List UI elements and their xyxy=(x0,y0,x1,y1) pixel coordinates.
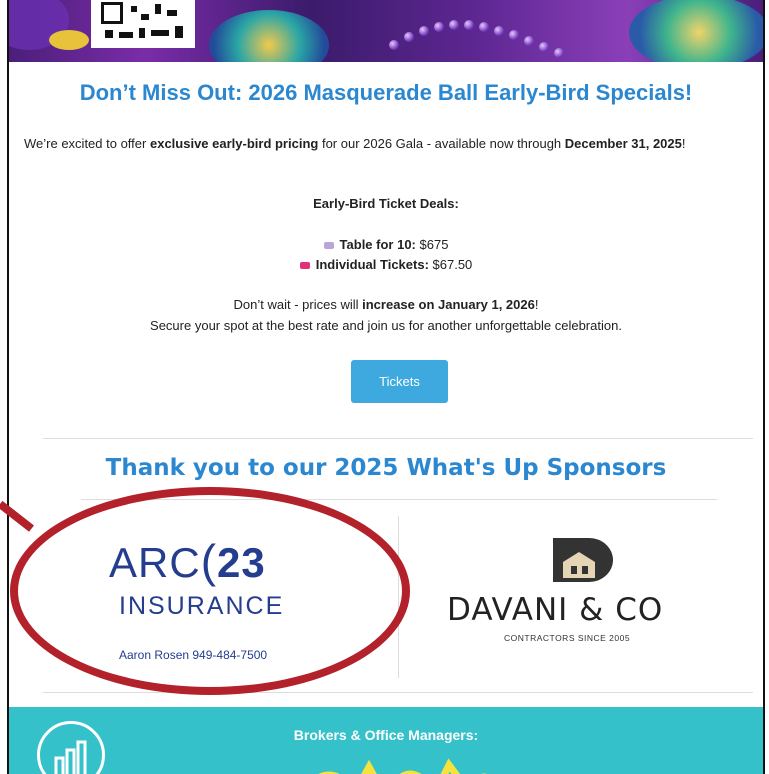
divider xyxy=(43,692,753,693)
bead-icon xyxy=(524,36,534,46)
qr-code-icon xyxy=(91,0,195,48)
deal-table: Table for 10: $675 xyxy=(9,237,763,252)
bead-icon xyxy=(494,26,504,36)
bead-icon xyxy=(554,48,564,58)
bead-icon xyxy=(449,20,459,30)
davani-logo[interactable]: DAVANI & CO xyxy=(447,592,663,628)
bead-icon xyxy=(539,42,549,52)
right-feather-decoration xyxy=(629,0,763,62)
bead-icon xyxy=(479,22,489,32)
red-highlight-circle xyxy=(10,487,410,695)
screenshot-frame: Don’t Miss Out: 2026 Masquerade Ball Ear… xyxy=(0,0,769,774)
bead-icon xyxy=(434,22,444,32)
bead-icon xyxy=(419,26,429,36)
divider xyxy=(43,438,753,439)
deals-heading: Early-Bird Ticket Deals: xyxy=(313,196,459,211)
sponsor-heading: Thank you to our 2025 What's Up Sponsors xyxy=(105,455,667,481)
bead-icon xyxy=(464,20,474,30)
ticket-icon xyxy=(323,242,334,250)
gold-confetti-decoration xyxy=(49,30,89,50)
bead-icon xyxy=(404,32,414,42)
secure-spot-text: Secure your spot at the best rate and jo… xyxy=(150,318,622,333)
ticket-icon xyxy=(299,262,310,270)
intro-paragraph: We’re excited to offer exclusive early-b… xyxy=(24,136,686,151)
davani-tagline: CONTRACTORS SINCE 2005 xyxy=(504,633,631,643)
price-increase-notice: Don’t wait - prices will increase on Jan… xyxy=(233,297,539,312)
brokers-banner: Brokers & Office Managers: xyxy=(9,707,763,774)
davani-house-icon xyxy=(553,538,613,582)
deal-individual: Individual Tickets: $67.50 xyxy=(9,257,763,272)
bead-icon xyxy=(389,40,399,50)
brokers-heading: Brokers & Office Managers: xyxy=(293,727,479,743)
teal-feather-decoration xyxy=(209,10,329,62)
tickets-button[interactable]: Tickets xyxy=(351,360,448,403)
page-title: Don’t Miss Out: 2026 Masquerade Ball Ear… xyxy=(79,80,693,105)
masquerade-banner-image xyxy=(9,0,763,62)
yellow-script-decoration xyxy=(318,758,487,774)
bead-icon xyxy=(509,30,519,40)
